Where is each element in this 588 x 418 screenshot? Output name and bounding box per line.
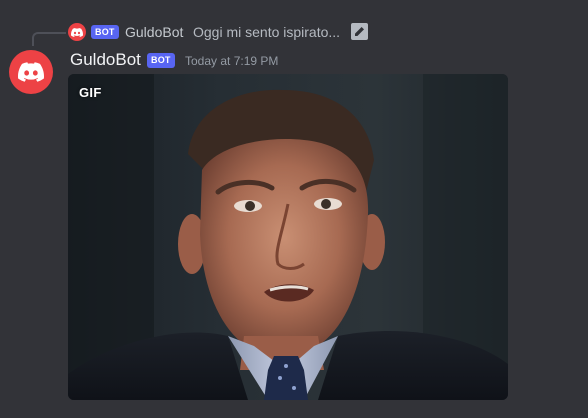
discord-chat-view: BOT GuldoBot Oggi mi sento ispirato... G… (0, 0, 588, 418)
reply-bot-tag: BOT (91, 25, 119, 39)
gif-badge: GIF (79, 85, 102, 100)
image-attachment-icon (351, 23, 368, 40)
reply-preview-text[interactable]: Oggi mi sento ispirato... (193, 23, 340, 41)
reply-connector-line (32, 32, 66, 46)
reply-avatar[interactable] (68, 23, 86, 41)
gif-image (68, 74, 508, 400)
user-avatar[interactable] (9, 50, 53, 94)
discord-logo-icon (71, 27, 83, 37)
discord-logo-icon (18, 62, 44, 82)
gif-embed[interactable]: GIF (68, 74, 508, 400)
bot-tag: BOT (147, 53, 175, 68)
reply-author-name[interactable]: GuldoBot (125, 23, 183, 41)
reply-reference[interactable]: BOT GuldoBot Oggi mi sento ispirato... (0, 20, 588, 46)
author-name[interactable]: GuldoBot (70, 49, 141, 71)
message-timestamp[interactable]: Today at 7:19 PM (185, 53, 278, 69)
